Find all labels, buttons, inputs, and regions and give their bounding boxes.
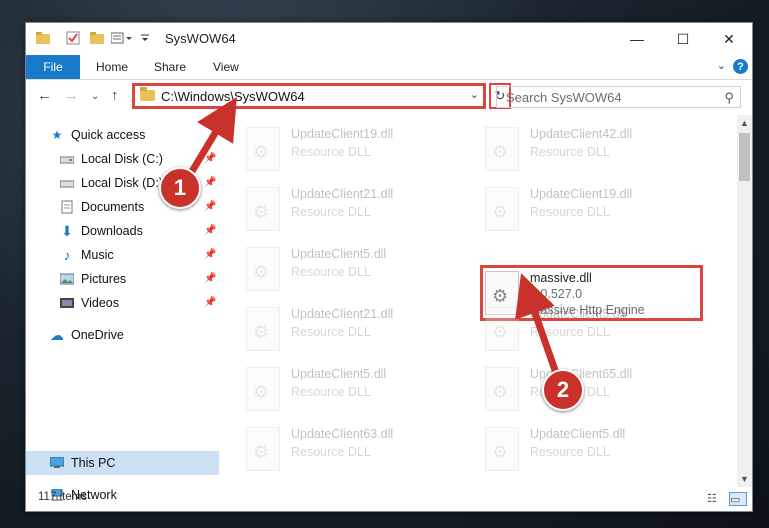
arrow-1	[188, 97, 237, 175]
step-2-badge: 2	[542, 369, 584, 411]
annotation-arrows	[188, 97, 560, 375]
file-explorer-window: SysWOW64 — ☐ ✕ File Home Share View ⌄ ? …	[25, 22, 753, 512]
arrow-2	[515, 273, 560, 375]
step-1-badge: 1	[159, 167, 201, 209]
